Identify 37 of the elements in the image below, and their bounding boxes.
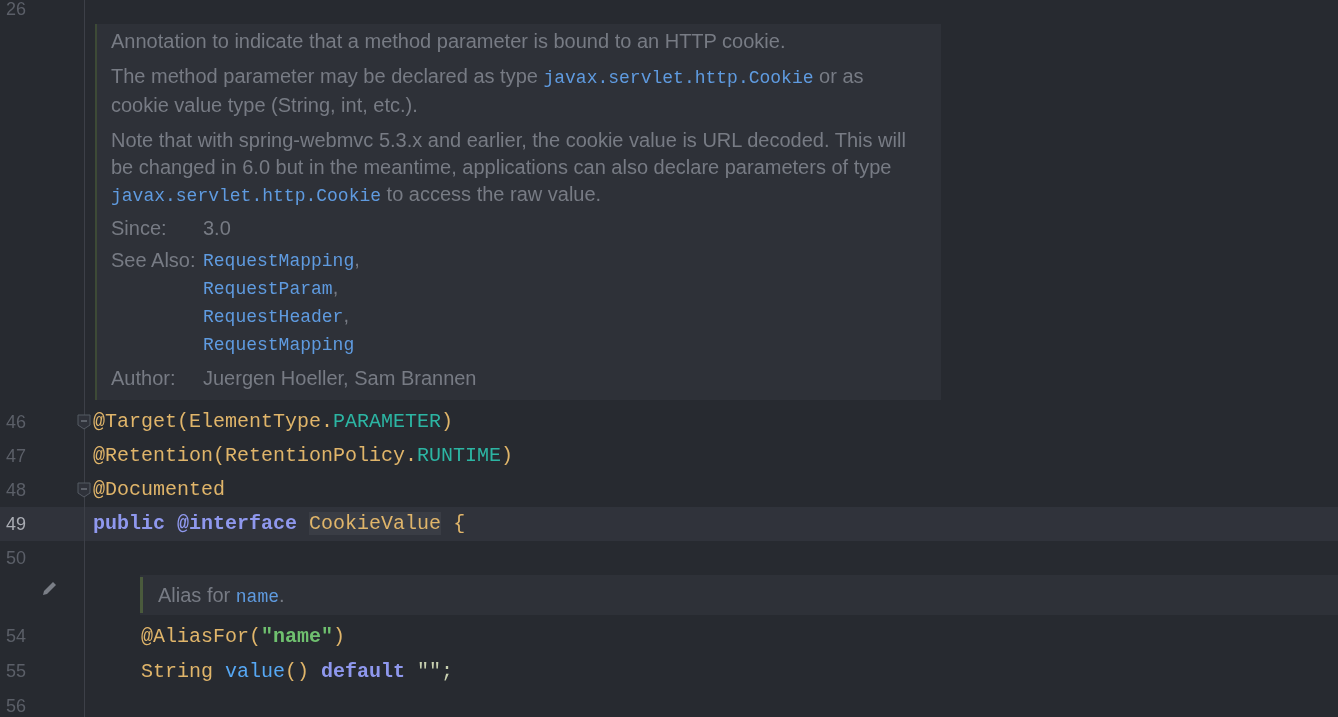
code-link[interactable]: RequestMapping: [203, 335, 355, 355]
doc-label: Since:: [111, 216, 168, 241]
line-number: 46: [6, 410, 27, 434]
code-line: @Documented: [93, 477, 226, 503]
line-number: 26: [6, 0, 27, 18]
doc-value: Juergen Hoeller, Sam Brannen: [203, 366, 477, 391]
separator: ,: [354, 248, 360, 270]
fold-icon[interactable]: [77, 482, 91, 498]
doc-label: Author:: [111, 366, 177, 391]
line-number: 56: [6, 695, 27, 717]
code-link[interactable]: javax.servlet.http.Cookie: [543, 68, 814, 88]
code-line: @AliasFor("name"): [141, 624, 346, 648]
line-number: 50: [6, 546, 27, 570]
code-line: String value() default "";: [141, 659, 454, 683]
line-number: 49: [6, 512, 27, 536]
line-number: 48: [6, 478, 27, 502]
doc-label: See Also:: [111, 248, 197, 273]
doc-paragraph: Note that with spring-webmvc 5.3.x and earlier, the cookie value is URL decoded. This will be changed in 6.0 but in the meantime, applications can also declare parameters of type javax.servlet.http.Cookie to access the raw value.: [111, 128, 907, 208]
line-number: 55: [6, 660, 27, 683]
doc-paragraph: Alias for name.: [158, 582, 285, 609]
fold-icon[interactable]: [77, 414, 91, 430]
code-link[interactable]: name: [235, 586, 280, 607]
code-link[interactable]: javax.servlet.http.Cookie: [111, 186, 382, 206]
code-line: @Target(ElementType.PARAMETER): [93, 409, 454, 435]
line-number: 47: [6, 444, 27, 468]
code-link[interactable]: RequestHeader: [203, 307, 344, 327]
code-line: @Retention(RetentionPolicy.RUNTIME): [93, 443, 514, 469]
pencil-icon[interactable]: [41, 579, 59, 597]
separator: ,: [332, 276, 339, 298]
doc-paragraph: Annotation to indicate that a method parameter is bound to an HTTP cookie.: [111, 29, 787, 54]
doc-value: 3.0: [203, 216, 231, 241]
code-link[interactable]: RequestParam: [203, 279, 333, 299]
separator: ,: [343, 304, 349, 326]
code-link[interactable]: RequestMapping: [203, 251, 355, 271]
doc-paragraph: The method parameter may be declared as type javax.servlet.http.Cookie or as cookie value type (String, int, etc.).: [111, 64, 865, 118]
code-line: public @interface CookieValue {: [93, 511, 466, 537]
line-number: 54: [6, 625, 27, 648]
